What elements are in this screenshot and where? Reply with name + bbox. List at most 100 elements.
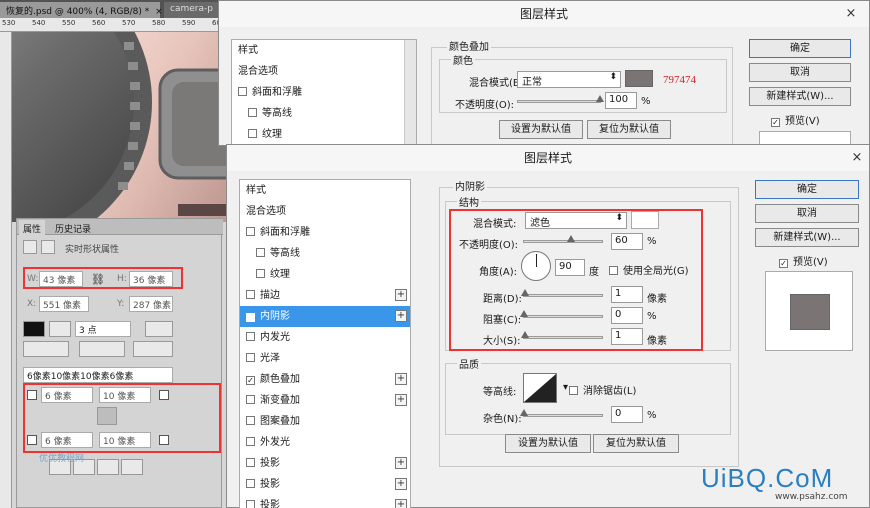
style-item-drop-shadow[interactable]: 投影 + [240,474,410,495]
preview-checkbox[interactable]: ✓ 预览(V) [771,112,820,127]
cap-type-dropdown[interactable] [79,341,125,357]
close-icon[interactable]: × [843,7,859,21]
checkbox[interactable] [246,227,255,236]
document-tab-active[interactable]: 恢复的.psd @ 400% (4, RGB/8) * × [0,2,163,18]
document-canvas[interactable] [12,32,240,222]
checkbox[interactable] [246,437,255,446]
antialias-checkbox[interactable]: 消除锯齿(L) [569,382,636,397]
checkbox[interactable] [569,386,578,395]
checkbox[interactable]: ✓ [771,118,780,127]
style-item-drop-shadow[interactable]: 投影 + [240,453,410,474]
opacity-slider[interactable] [523,235,603,243]
align-stroke-dropdown[interactable] [23,341,69,357]
corner-type-dropdown[interactable] [133,341,173,357]
checkbox-checked[interactable]: ✓ [246,376,255,385]
corner-tl-checkbox[interactable] [27,390,37,400]
contour-picker[interactable] [523,373,557,403]
style-item-bevel[interactable]: 斜面和浮雕 [232,82,416,103]
size-input[interactable]: 1 [611,328,643,345]
style-item-blending[interactable]: 混合选项 [240,201,410,222]
checkbox[interactable] [248,129,257,138]
new-style-button[interactable]: 新建样式(W)... [755,228,859,247]
checkbox[interactable] [246,500,255,508]
style-item-satin[interactable]: 光泽 [240,348,410,369]
noise-slider[interactable] [520,409,603,417]
corner-br-checkbox[interactable] [159,435,169,445]
tab-history[interactable]: 历史记录 [51,220,95,235]
checkbox[interactable] [246,479,255,488]
path-op-intersect[interactable] [97,459,119,475]
close-icon[interactable]: × [849,151,865,165]
x-field[interactable]: 551 像素 [39,296,89,312]
style-item-texture[interactable]: 纹理 [240,264,410,285]
distance-input[interactable]: 1 [611,286,643,303]
list-scrollbar[interactable] [404,40,416,148]
add-effect-icon[interactable]: + [395,289,407,301]
corner-tr-checkbox[interactable] [159,390,169,400]
style-item-outer-glow[interactable]: 外发光 [240,432,410,453]
checkbox[interactable] [246,458,255,467]
checkbox[interactable] [246,395,255,404]
slider-thumb[interactable] [520,409,528,416]
pixel-mask-icon[interactable] [41,240,55,254]
slider-thumb[interactable] [566,235,575,242]
choke-slider[interactable] [520,310,603,318]
contour-dropdown[interactable]: ▾ [563,382,568,393]
ok-button[interactable]: 确定 [749,39,851,58]
set-default-button[interactable]: 设置为默认值 [505,434,591,453]
preview-checkbox[interactable]: ✓ 预览(V) [779,253,828,268]
size-slider[interactable] [520,331,603,339]
cancel-button[interactable]: 取消 [749,63,851,82]
style-item-texture[interactable]: 纹理 [232,124,416,145]
style-item-styles[interactable]: 样式 [232,40,416,61]
stroke-width-field[interactable]: 3 点 [75,321,131,337]
cancel-button[interactable]: 取消 [755,204,859,223]
checkbox[interactable]: ✓ [779,259,788,268]
noise-input[interactable]: 0 [611,406,643,423]
style-item-inner-glow[interactable]: 内发光 [240,327,410,348]
checkbox-checked[interactable]: ✓ [246,313,255,322]
add-effect-icon[interactable]: + [395,478,407,490]
slider-thumb[interactable] [596,95,604,102]
checkbox[interactable] [238,87,247,96]
reset-default-button[interactable]: 复位为默认值 [587,120,671,139]
choke-input[interactable]: 0 [611,307,643,324]
distance-slider[interactable] [520,289,603,297]
shadow-color-swatch[interactable] [631,211,659,229]
checkbox[interactable] [246,353,255,362]
add-effect-icon[interactable]: + [395,457,407,469]
add-effect-icon[interactable]: + [395,499,407,508]
corner-br-field[interactable]: 10 像素 [99,432,151,448]
close-icon[interactable]: × [155,7,163,17]
style-item-inner-shadow[interactable]: ✓ 内阴影 + [240,306,410,327]
add-effect-icon[interactable]: + [395,373,407,385]
slider-thumb[interactable] [520,331,529,338]
style-item-contour[interactable]: 等高线 [240,243,410,264]
checkbox[interactable] [256,248,265,257]
angle-dial[interactable] [521,251,551,281]
stroke-color-swatch[interactable] [49,321,71,337]
style-item-pattern-overlay[interactable]: 图案叠加 [240,411,410,432]
angle-input[interactable]: 90 [555,259,585,276]
tab-properties[interactable]: 属性 [19,220,46,235]
checkbox[interactable] [609,266,618,275]
style-item-stroke[interactable]: 描边 + [240,285,410,306]
add-effect-icon[interactable]: + [395,394,407,406]
opacity-input[interactable]: 100 [605,92,637,109]
corner-bl-field[interactable]: 6 像素 [41,432,93,448]
blend-mode-select[interactable]: 滤色 ⬍ [525,212,627,229]
corner-tl-field[interactable]: 6 像素 [41,387,93,403]
ok-button[interactable]: 确定 [755,180,859,199]
corner-tr-field[interactable]: 10 像素 [99,387,151,403]
global-light-checkbox[interactable]: 使用全局光(G) [609,262,689,277]
set-default-button[interactable]: 设置为默认值 [499,120,583,139]
style-item-bevel[interactable]: 斜面和浮雕 [240,222,410,243]
checkbox[interactable] [246,332,255,341]
add-effect-icon[interactable]: + [395,310,407,322]
blend-mode-select[interactable]: 正常 ⬍ [517,71,621,88]
new-style-button[interactable]: 新建样式(W)... [749,87,851,106]
y-field[interactable]: 287 像素 [129,296,173,312]
shape-mask-icon[interactable] [23,240,37,254]
path-op-exclude[interactable] [121,459,143,475]
opacity-input[interactable]: 60 [611,233,643,250]
